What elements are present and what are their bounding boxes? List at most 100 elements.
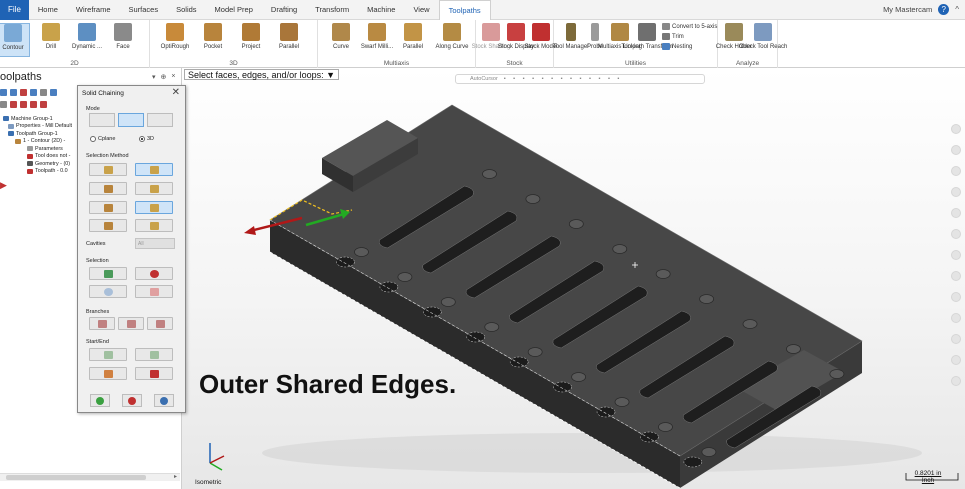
move-up-icon[interactable] [30, 100, 37, 108]
quick-mask-icon[interactable] [951, 313, 961, 323]
autocursor-label[interactable]: AutoCursor [470, 76, 498, 82]
select-reverse-button[interactable] [135, 285, 173, 298]
tab-model-prep[interactable]: Model Prep [206, 0, 262, 20]
simulate-icon[interactable] [40, 88, 47, 96]
tool-manager-button[interactable]: Tool Manager [553, 23, 589, 57]
insert-arrow-icon[interactable] [40, 100, 47, 108]
quick-mask-icon[interactable] [951, 166, 961, 176]
backplot-icon[interactable] [50, 88, 57, 96]
select-last-button[interactable] [89, 285, 127, 298]
file-tab[interactable]: File [0, 0, 29, 20]
pocket-button[interactable]: Pocket [194, 23, 232, 57]
unselect-button[interactable] [135, 267, 173, 280]
probe-button[interactable]: Probe [584, 23, 606, 57]
three-d-radio[interactable]: 3D [139, 136, 154, 142]
quick-mask-icon[interactable] [951, 187, 961, 197]
scrollbar-thumb[interactable] [6, 475, 146, 480]
tree-item-parameters[interactable]: Parameters [3, 145, 72, 153]
select-loop-button[interactable] [135, 163, 173, 176]
select-invalid-icon[interactable] [10, 88, 17, 96]
panel-pin-icon[interactable]: ⊕ [161, 73, 167, 81]
reverse-direction-button[interactable] [135, 367, 173, 380]
dynamic-start-button[interactable] [89, 367, 127, 380]
scroll-right-icon[interactable]: ▸ [174, 473, 177, 480]
stock-display-button[interactable]: Stock Display [498, 23, 534, 57]
select-feature-button[interactable] [89, 201, 127, 214]
tree-item-properties[interactable]: Properties - Mill Default [3, 123, 72, 131]
tab-solids[interactable]: Solids [167, 0, 205, 20]
tab-toolpaths[interactable]: Toolpaths [438, 0, 491, 21]
quick-mask-icon[interactable] [951, 124, 961, 134]
check-holder-button[interactable]: Check Holder [716, 23, 752, 57]
ok-button[interactable] [90, 394, 110, 407]
tab-machine[interactable]: Machine [358, 0, 404, 20]
select-face-button[interactable] [89, 182, 127, 195]
select-hole-button[interactable] [135, 219, 173, 232]
tree-item-toolpath[interactable]: Toolpath - 0.0 [3, 168, 72, 176]
quick-mask-icon[interactable] [951, 376, 961, 386]
stock-shading-button[interactable]: Stock Shading [472, 23, 510, 57]
tree-item-tool[interactable]: Tool does not - [3, 153, 72, 161]
prompt-dropdown-icon[interactable]: ▼ [326, 70, 335, 80]
panel-horizontal-scrollbar[interactable]: ▸ [0, 473, 180, 481]
parallel-multiaxis-button[interactable]: Parallel [394, 23, 432, 57]
optirough-button[interactable]: OptiRough [156, 23, 194, 57]
collapse-ribbon-icon[interactable]: ^ [955, 5, 959, 14]
regenerate-dirty-icon[interactable] [30, 88, 37, 96]
branch-back-button[interactable] [89, 317, 115, 330]
curve-button[interactable]: Curve [322, 23, 360, 57]
regenerate-icon[interactable] [20, 88, 27, 96]
delete-icon[interactable] [10, 100, 17, 108]
tree-item-toolpath-group[interactable]: Toolpath Group-1 [3, 130, 72, 138]
move-down-icon[interactable] [20, 100, 27, 108]
quick-mask-icon[interactable] [951, 271, 961, 281]
quick-mask-icon[interactable] [951, 145, 961, 155]
select-button[interactable] [89, 267, 127, 280]
start-button[interactable] [89, 348, 127, 361]
quick-mask-icon[interactable] [951, 208, 961, 218]
parallel-3d-button[interactable]: Parallel [270, 23, 308, 57]
tree-item-geometry[interactable]: Geometry - (0) [3, 160, 72, 168]
tree-item-contour-operation[interactable]: 1 - Contour (2D) - [3, 138, 72, 146]
help-button[interactable] [154, 394, 174, 407]
check-tool-reach-button[interactable]: Check Tool Reach [739, 23, 787, 57]
project-button[interactable]: Project [232, 23, 270, 57]
close-icon[interactable]: ✕ [172, 87, 180, 98]
panel-close-icon[interactable]: × [171, 73, 175, 81]
multiaxis-linking-button[interactable]: Multiaxis Linking [598, 23, 642, 57]
quick-mask-icon[interactable] [951, 250, 961, 260]
tree-item-machine-group[interactable]: Machine Group-1 [3, 115, 72, 123]
dynamic-button[interactable]: Dynamic ... [68, 23, 106, 57]
autocursor-toolbar[interactable]: AutoCursor ▪ ▪ ▪ ▪ ▪ ▪ ▪ ▪ ▪ ▪ ▪ ▪ ▪ [455, 74, 705, 84]
cavities-select[interactable]: All [135, 238, 175, 249]
cplane-radio[interactable]: Cplane [90, 136, 115, 142]
tab-home[interactable]: Home [29, 0, 67, 20]
mode-solids-button[interactable] [118, 113, 144, 127]
convert-5axis-button[interactable]: Convert to 5-axis [662, 23, 717, 30]
tab-wireframe[interactable]: Wireframe [67, 0, 120, 20]
end-button[interactable] [135, 348, 173, 361]
quick-mask-icon[interactable] [951, 355, 961, 365]
my-mastercam-link[interactable]: My Mastercam [883, 5, 938, 14]
select-partial-loop-button[interactable] [135, 182, 173, 195]
tab-transform[interactable]: Transform [306, 0, 358, 20]
branch-forward-button[interactable] [147, 317, 173, 330]
tab-surfaces[interactable]: Surfaces [120, 0, 168, 20]
select-body-button[interactable] [89, 219, 127, 232]
tab-view[interactable]: View [404, 0, 438, 20]
cancel-button[interactable] [122, 394, 142, 407]
help-icon[interactable]: ? [938, 4, 950, 15]
mode-settings-button[interactable] [147, 113, 173, 127]
along-curve-button[interactable]: Along Curve [430, 23, 474, 57]
toolpath-transform-button[interactable]: Toolpath Transform [621, 23, 673, 57]
select-edge-button[interactable] [89, 163, 127, 176]
trim-button[interactable]: Trim [662, 33, 684, 40]
quick-mask-icon[interactable] [951, 334, 961, 344]
select-all-icon[interactable] [0, 88, 7, 96]
select-shared-edge-button[interactable] [135, 201, 173, 214]
branch-select-button[interactable] [118, 317, 144, 330]
drill-button[interactable]: Drill [32, 23, 70, 57]
quick-mask-icon[interactable] [951, 292, 961, 302]
graphics-viewport[interactable] [182, 68, 965, 489]
lock-icon[interactable] [0, 100, 7, 108]
